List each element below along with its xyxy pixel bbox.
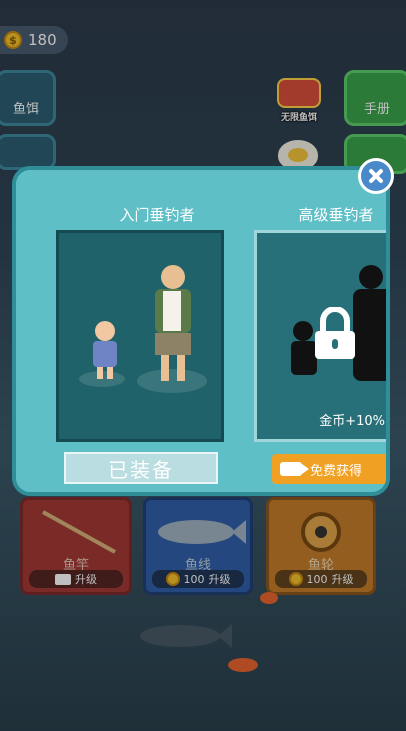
close-icon[interactable] (358, 158, 394, 194)
free-get-button[interactable]: 免费获得 (272, 454, 386, 484)
lock-icon (315, 307, 355, 359)
angler-1-panel[interactable] (56, 230, 224, 442)
angler-select-modal: 入门垂钓者 高级垂钓者 金币+10% 已装备 免费获得 (12, 166, 390, 496)
video-icon (280, 462, 309, 476)
equipped-button[interactable]: 已装备 (64, 452, 218, 484)
anglers-illustration (93, 265, 191, 381)
angler-2-title: 高级垂钓者 (298, 206, 374, 224)
coin-bonus-text: 金币+10% (319, 414, 385, 429)
angler-2-panel[interactable]: 金币+10% (254, 230, 386, 442)
angler-1-title: 入门垂钓者 (119, 206, 195, 224)
free-get-label: 免费获得 (310, 463, 363, 479)
